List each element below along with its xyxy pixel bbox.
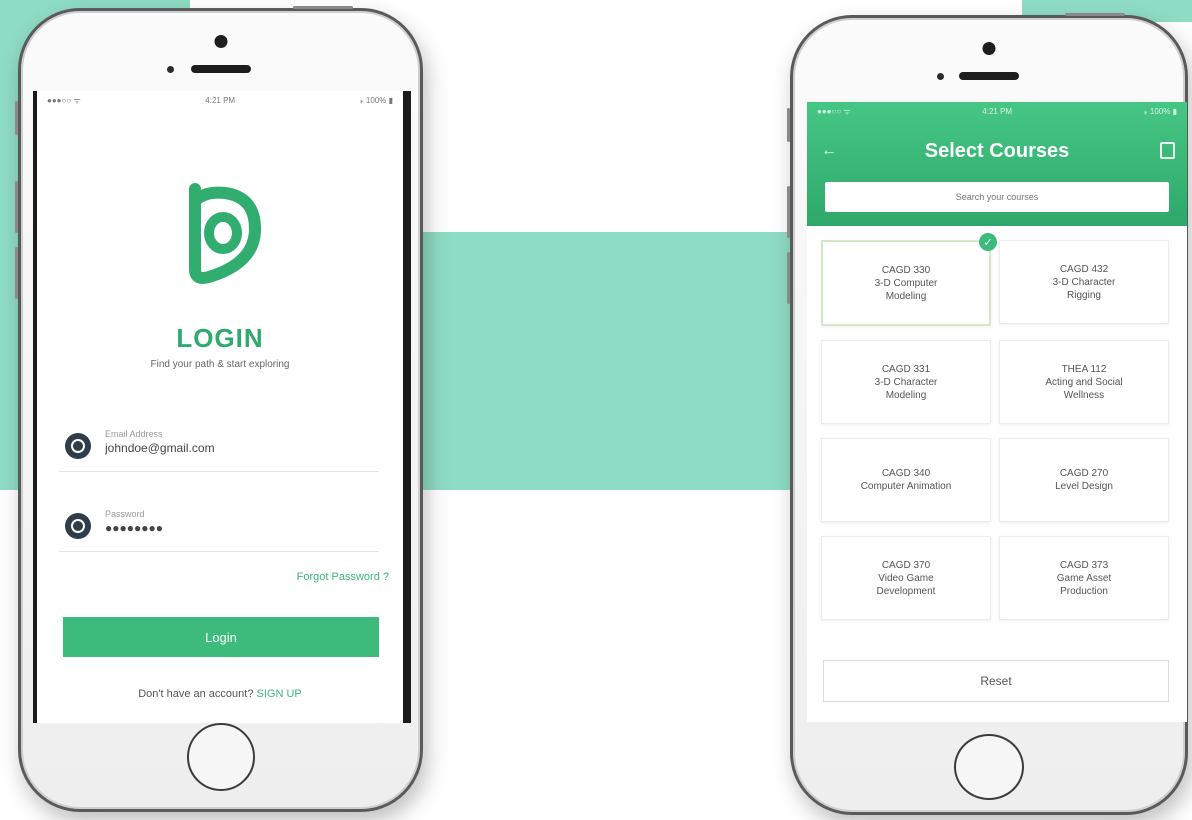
battery-indicator: ⁎ 100% ▮ (1143, 106, 1177, 116)
volume-up-button (15, 181, 18, 233)
battery-indicator: ⁎ 100% ▮ (359, 95, 393, 105)
email-input[interactable] (105, 441, 365, 455)
login-button[interactable]: Login (63, 617, 379, 657)
home-button[interactable] (186, 723, 255, 791)
courses-screen: ●●●○○ ᯤ 4:21 PM ⁎ 100% ▮ ← Select Course… (807, 102, 1187, 722)
user-icon (65, 433, 91, 459)
app-logo-icon (177, 179, 267, 289)
signal-indicator: ●●●○○ ᯤ (47, 95, 81, 105)
clipboard-icon[interactable] (1160, 142, 1175, 159)
background-accent-center (415, 232, 820, 490)
app-header: ●●●○○ ᯤ 4:21 PM ⁎ 100% ▮ ← Select Course… (807, 102, 1187, 226)
page-subtitle: Find your path & start exploring (150, 359, 290, 370)
phone-login: ●●●○○ ᯤ 4:21 PM ⁎ 100% ▮ LOGIN Find your… (15, 6, 423, 812)
course-card[interactable]: CAGD 270 Level Design (999, 438, 1169, 522)
phone-courses: ●●●○○ ᯤ 4:21 PM ⁎ 100% ▮ ← Select Course… (787, 13, 1188, 815)
password-label: Password (105, 509, 145, 519)
signup-link[interactable]: SIGN UP (257, 688, 302, 700)
checkmark-icon: ✓ (979, 233, 997, 251)
email-label: Email Address (105, 429, 163, 439)
course-card[interactable]: CAGD 330 3-D Computer Modeling ✓ (821, 233, 997, 326)
course-card-label: THEA 112 Acting and Social Wellness (1045, 363, 1123, 401)
password-input[interactable] (105, 521, 365, 535)
course-card[interactable]: CAGD 331 3-D Character Modeling (821, 340, 991, 424)
status-bar: ●●●○○ ᯤ 4:21 PM ⁎ 100% ▮ (807, 102, 1187, 120)
front-camera (214, 35, 227, 48)
forgot-password-link[interactable]: Forgot Password ? (297, 571, 389, 583)
course-card-label: CAGD 373 Game Asset Production (1056, 559, 1112, 597)
search-input[interactable] (825, 182, 1169, 212)
email-field[interactable]: Email Address (59, 415, 379, 472)
page-title: Select Courses (924, 140, 1070, 162)
course-card[interactable]: CAGD 373 Game Asset Production (999, 536, 1169, 620)
reset-button[interactable]: Reset (823, 660, 1169, 702)
course-card[interactable]: CAGD 370 Video Game Development (821, 536, 991, 620)
course-card-label: CAGD 270 Level Design (1055, 468, 1113, 492)
password-field[interactable]: Password (59, 495, 379, 552)
signup-prompt: Don't have an account? SIGN UP (37, 688, 403, 700)
login-screen: ●●●○○ ᯤ 4:21 PM ⁎ 100% ▮ LOGIN Find your… (33, 91, 411, 723)
mute-switch (15, 101, 18, 135)
course-grid: CAGD 330 3-D Computer Modeling ✓ CAGD 432 … (821, 233, 1169, 620)
earpiece-speaker (959, 72, 1019, 80)
status-time: 4:21 PM (982, 106, 1013, 116)
course-card-label: CAGD 370 Video Game Development (876, 559, 936, 597)
course-card-label: CAGD 432 3-D Character Rigging (1052, 263, 1116, 301)
earpiece-speaker (190, 65, 251, 73)
signup-prompt-text: Don't have an account? (138, 688, 254, 700)
course-card[interactable]: THEA 112 Acting and Social Wellness (999, 340, 1169, 424)
volume-down-button (15, 247, 18, 299)
course-card[interactable]: CAGD 432 3-D Character Rigging (999, 240, 1169, 324)
mute-switch (787, 108, 790, 142)
lock-icon (65, 513, 91, 539)
power-button (293, 6, 353, 9)
status-time: 4:21 PM (205, 95, 236, 105)
status-bar: ●●●○○ ᯤ 4:21 PM ⁎ 100% ▮ (37, 91, 403, 109)
course-card-label: CAGD 330 3-D Computer Modeling (874, 264, 938, 302)
course-card-label: CAGD 340 Computer Animation (860, 468, 952, 492)
front-camera (982, 42, 996, 55)
power-button (1065, 13, 1125, 16)
home-button[interactable] (954, 734, 1024, 800)
page-title: LOGIN (176, 323, 264, 353)
proximity-sensor (937, 73, 944, 80)
course-card[interactable]: CAGD 340 Computer Animation (821, 438, 991, 522)
volume-up-button (787, 186, 790, 238)
volume-down-button (787, 252, 790, 304)
proximity-sensor (167, 66, 174, 73)
signal-indicator: ●●●○○ ᯤ (817, 106, 851, 116)
course-card-label: CAGD 331 3-D Character Modeling (874, 363, 938, 401)
